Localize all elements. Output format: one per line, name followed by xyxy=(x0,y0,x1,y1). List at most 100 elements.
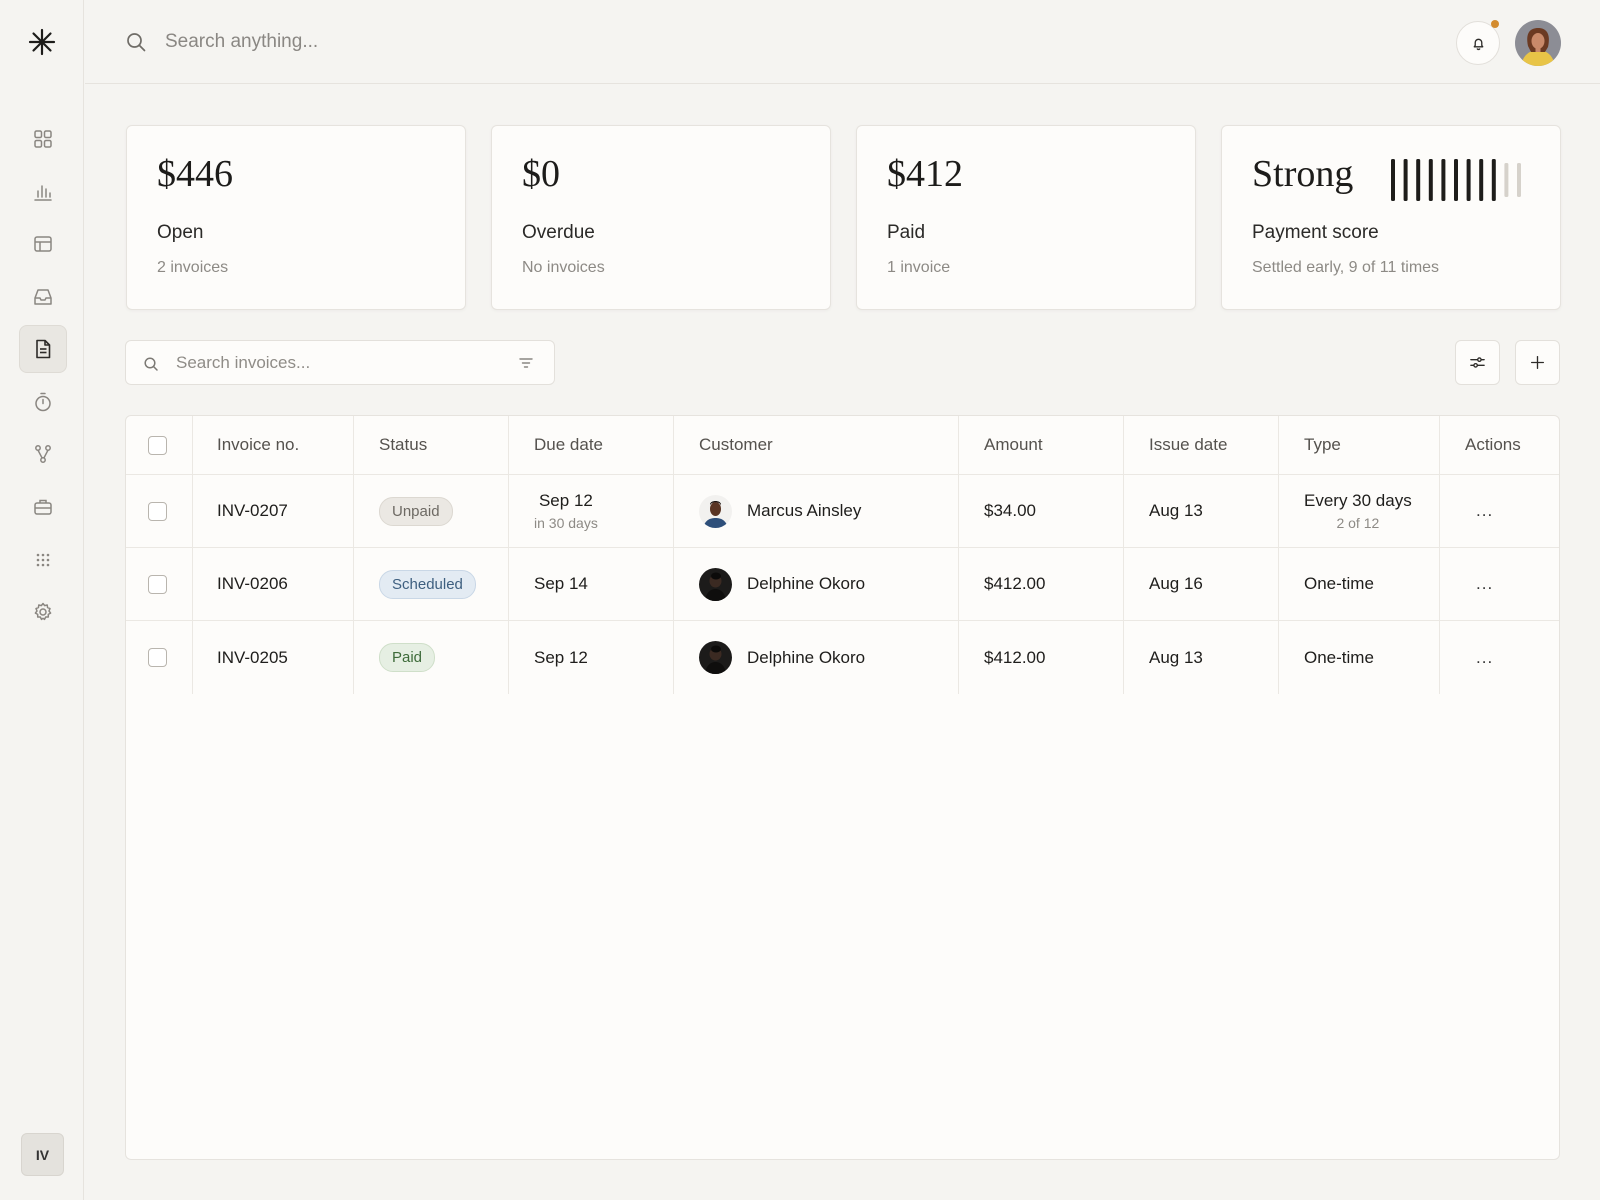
sidebar-item-time[interactable] xyxy=(19,378,67,426)
invoice-number[interactable]: INV-0205 xyxy=(217,621,288,694)
customer-cell[interactable]: Delphine Okoro xyxy=(699,548,865,620)
column-header-status[interactable]: Status xyxy=(379,416,427,474)
user-avatar[interactable] xyxy=(1515,20,1561,66)
global-search-input[interactable] xyxy=(165,24,765,60)
invoice-number[interactable]: INV-0207 xyxy=(217,475,288,547)
sidebar-item-integrations[interactable] xyxy=(19,430,67,478)
card-label: Payment score xyxy=(1252,222,1379,243)
sidebar-item-apps[interactable] xyxy=(19,536,67,584)
card-subtext: No invoices xyxy=(522,259,605,276)
type-cell: Every 30 days 2 of 12 xyxy=(1304,475,1412,547)
amount: $412.00 xyxy=(984,647,1046,667)
apps-grid-icon xyxy=(36,553,50,567)
customer-cell[interactable]: Marcus Ainsley xyxy=(699,475,861,547)
status-cell: Scheduled xyxy=(379,548,476,620)
column-header-amount[interactable]: Amount xyxy=(984,416,1043,474)
column-header-invoice-no[interactable]: Invoice no. xyxy=(217,416,299,474)
search-icon xyxy=(127,33,146,52)
issue-date: Aug 13 xyxy=(1149,647,1203,667)
score-bar-empty xyxy=(1517,163,1521,197)
payment-score-card[interactable]: Strong Payment score Settled early, 9 of… xyxy=(1221,125,1561,310)
asterisk-logo-icon[interactable] xyxy=(28,28,56,56)
branch-icon xyxy=(35,445,51,463)
paid-card[interactable]: $412 Paid 1 invoice xyxy=(856,125,1196,310)
column-header-issue-date[interactable]: Issue date xyxy=(1149,416,1227,474)
inbox-icon xyxy=(34,289,52,305)
recurrence-progress: 2 of 12 xyxy=(1336,515,1380,531)
score-bar-filled xyxy=(1479,159,1484,201)
card-label: Open xyxy=(157,222,204,243)
due-date: Sep 12 xyxy=(538,491,593,510)
bar-chart-icon xyxy=(34,185,52,201)
customer-cell[interactable]: Delphine Okoro xyxy=(699,621,865,694)
sliders-icon xyxy=(1470,357,1485,368)
grid-icon xyxy=(34,130,52,148)
overdue-card[interactable]: $0 Overdue No invoices xyxy=(491,125,831,310)
status-badge: Paid xyxy=(379,643,436,672)
notification-dot xyxy=(1491,20,1499,28)
customer-name: Delphine Okoro xyxy=(747,647,866,667)
select-all-checkbox[interactable] xyxy=(148,435,167,455)
customer-name: Delphine Okoro xyxy=(747,574,866,593)
sidebar-item-invoices[interactable] xyxy=(19,325,67,373)
card-value: Strong xyxy=(1252,153,1354,195)
due-date-cell: Sep 12 in 30 days xyxy=(534,475,598,547)
sidebar-item-settings[interactable] xyxy=(19,588,67,636)
payment-score-bars xyxy=(1391,159,1521,201)
score-bar-filled xyxy=(1416,159,1421,201)
workspace-badge[interactable]: IV xyxy=(21,1133,64,1176)
row-select-cell xyxy=(148,548,167,620)
status-badge: Scheduled xyxy=(379,569,476,599)
add-invoice-button[interactable] xyxy=(1515,340,1560,385)
invoice-type: One-time xyxy=(1304,647,1374,667)
table-row[interactable]: INV-0205 Paid Sep 12 Delphine Okoro $412… xyxy=(126,621,1559,694)
table-row[interactable]: INV-0207 Unpaid Sep 12 in 30 days Marcus… xyxy=(126,475,1559,548)
card-label: Paid xyxy=(887,222,926,243)
card-value: $446 xyxy=(157,153,233,195)
row-actions-button[interactable]: ... xyxy=(1476,475,1493,547)
row-actions-button[interactable]: ... xyxy=(1476,621,1493,694)
sidebar-item-dashboard[interactable] xyxy=(19,115,67,163)
score-bar-empty xyxy=(1504,163,1509,197)
more-icon: ... xyxy=(1476,574,1494,593)
open-card[interactable]: $446 Open 2 invoices xyxy=(126,125,466,310)
row-select-cell xyxy=(148,621,167,694)
status-cell: Paid xyxy=(379,621,436,694)
topbar xyxy=(85,0,1600,84)
score-bar-filled xyxy=(1441,159,1446,201)
invoice-search-input[interactable] xyxy=(176,349,506,377)
column-header-due-date[interactable]: Due date xyxy=(534,416,603,474)
sidebar: IV xyxy=(0,0,84,1200)
sidebar-item-work[interactable] xyxy=(19,483,67,531)
sidebar-item-inbox[interactable] xyxy=(19,273,67,321)
customer-avatar xyxy=(699,641,732,674)
search-icon xyxy=(144,357,158,371)
more-icon: ... xyxy=(1476,501,1494,520)
document-icon xyxy=(36,339,51,359)
layout-icon xyxy=(34,236,52,252)
row-checkbox[interactable] xyxy=(148,501,167,521)
amount: $34.00 xyxy=(984,501,1036,520)
timer-icon xyxy=(35,392,51,412)
view-options-button[interactable] xyxy=(1455,340,1500,385)
column-header-type[interactable]: Type xyxy=(1304,416,1341,474)
due-date: Sep 14 xyxy=(534,574,588,593)
row-checkbox[interactable] xyxy=(148,574,167,594)
sidebar-item-layout[interactable] xyxy=(19,220,67,268)
column-header-customer[interactable]: Customer xyxy=(699,416,773,474)
row-select-cell xyxy=(148,475,167,547)
row-actions-button[interactable]: ... xyxy=(1476,548,1493,620)
card-value: $412 xyxy=(887,153,963,195)
card-value: $0 xyxy=(522,153,560,195)
table-row[interactable]: INV-0206 Scheduled Sep 14 Delphine Okoro… xyxy=(126,548,1559,621)
filter-icon[interactable] xyxy=(518,356,534,370)
status-cell: Unpaid xyxy=(379,475,453,547)
amount: $412.00 xyxy=(984,574,1046,593)
row-checkbox[interactable] xyxy=(148,648,167,667)
invoice-type: One-time xyxy=(1304,574,1374,593)
invoice-number[interactable]: INV-0206 xyxy=(217,548,288,620)
invoice-search xyxy=(125,340,555,385)
card-subtext: 2 invoices xyxy=(157,259,229,276)
customer-avatar xyxy=(699,494,732,528)
sidebar-item-reports[interactable] xyxy=(19,168,67,216)
